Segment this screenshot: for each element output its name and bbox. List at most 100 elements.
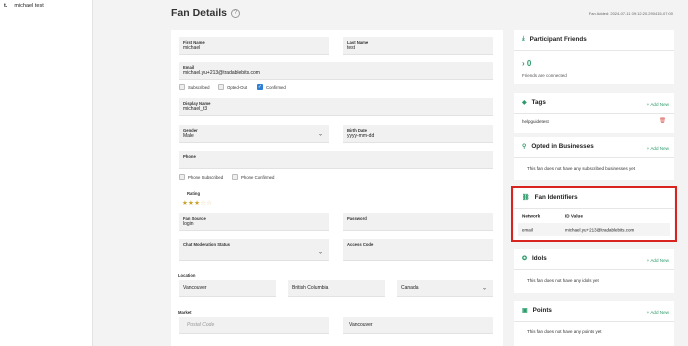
checkbox-label: Phone Confirmed [241,174,275,180]
postal-code-placeholder: Postal Code [187,322,215,328]
chevron-right-icon: › [522,59,525,68]
fan-added-timestamp: Fan Added: 2024-07-11 09:12:20.290415-07… [588,11,673,16]
chevron-down-icon: ⌄ [481,285,487,292]
card-header: ▣ Points [522,307,552,314]
country-select[interactable]: Canada ⌄ [397,280,493,297]
chat-moderation-select[interactable]: Chat Moderation Status ⌄ [179,239,329,261]
last-name-field[interactable]: Last Name test [343,37,493,55]
card-title: Tags [531,99,546,106]
phone-subscribed-checkbox[interactable]: Phone Subscribed [179,174,223,180]
subscribed-checkbox[interactable]: Subscribed [179,84,210,90]
tag-icon: ◆ [522,100,527,106]
checkbox-box [232,174,238,180]
divider [514,113,674,114]
rating-stars[interactable]: ★★★☆☆ [182,199,212,207]
checkbox-box [179,84,185,90]
friends-count-value: 0 [526,59,532,68]
star-outline-icon[interactable]: ☆ [206,200,212,207]
page-title-text: Fan Details [171,7,228,19]
download-icon: ⤓ [522,36,525,42]
idols-card: ✪ Idols + Add New This fan does not have… [514,249,674,293]
opted-out-checkbox[interactable]: Opted-Out [218,84,247,90]
first-name-field[interactable]: First Name michael [179,37,329,55]
display-name-field[interactable]: Display Name michael_t3 [179,98,493,116]
access-code-label: Access Code [347,242,374,247]
points-icon: ▣ [522,308,528,314]
tag-item: helpguidetest [522,119,549,124]
city-field[interactable]: Vancouver [179,280,276,297]
chat-status-label: Chat Moderation Status [183,242,230,247]
birth-date-value: yyyy-mm-dd [347,133,375,139]
phone-confirmed-checkbox[interactable]: Phone Confirmed [232,174,274,180]
market-field[interactable]: Vancouver [343,317,493,334]
tags-card: ◆ Tags + Add New helpguidetest 🗑 [514,93,674,133]
gender-value: Male [183,133,194,139]
city-value: Vancouver [183,285,207,291]
card-title: Participant Friends [529,36,587,43]
gender-select[interactable]: Gender Male ⌄ [179,125,329,143]
fan-source-field[interactable]: Fan Source login [179,213,329,231]
fan-details-form: First Name michael Last Name test Email … [171,30,503,346]
country-value: Canada [401,285,419,291]
businesses-empty: This fan does not have any subscribed bu… [527,166,636,171]
market-label: Market [178,310,192,315]
fan-marker: t. [4,3,8,9]
checkbox-label: Confirmed [266,84,286,90]
chevron-down-icon: ⌄ [317,131,323,137]
divider [514,157,674,158]
divider [514,269,674,270]
chevron-down-icon: ⌄ [317,249,323,256]
opted-in-businesses-card: ⚲ Opted in Businesses + Add New This fan… [514,137,674,180]
card-title: Points [532,307,552,314]
fan-source-value: login [183,221,194,227]
rating-label: Rating [187,191,201,196]
region-field[interactable]: British Columbia [288,280,385,297]
participant-friends-card: ⤓ Participant Friends › 0 Friends are co… [514,30,674,84]
email-field[interactable]: Email michael.yu+213@tradablebits.com [179,62,493,80]
password-field[interactable]: Password [343,213,493,231]
location-label: Location [178,273,196,278]
card-header: ◆ Tags [522,99,546,106]
friends-subtitle: Friends are connected [522,73,567,78]
idols-empty: This fan does not have any idols yet [527,278,599,283]
checkbox-box [179,174,185,180]
add-tag-button[interactable]: + Add New [647,102,669,107]
checkbox-box [218,84,224,90]
access-code-field[interactable]: Access Code [343,239,493,261]
trash-icon[interactable]: 🗑 [659,118,666,124]
person-icon: ⚲ [522,144,527,150]
sidebar-item-fan[interactable]: t. michael test [4,3,44,9]
checkbox-label: Phone Subscribed [188,174,224,180]
add-idol-button[interactable]: + Add New [647,258,669,263]
last-name-value: test [347,45,356,51]
page-title: Fan Details ? [171,7,241,19]
postal-code-field[interactable]: Postal Code [179,317,329,334]
fan-identifiers-highlight [511,186,677,242]
divider [514,321,674,322]
fan-name: michael test [14,3,44,9]
birth-date-field[interactable]: Birth Date yyyy-mm-dd [343,125,493,143]
card-header: ✪ Idols [522,255,547,262]
checkbox-label: Opted-Out [227,84,248,90]
add-business-button[interactable]: + Add New [647,146,669,151]
confirmed-checkbox[interactable]: ✓ Confirmed [257,84,286,90]
display-name-value: michael_t3 [183,106,208,112]
fan-list-sidebar: t. michael test [0,0,93,346]
idol-icon: ✪ [522,256,528,262]
friends-count: › 0 [522,59,531,68]
checkbox-label: Subscribed [188,84,210,90]
card-title: Opted in Businesses [531,143,594,150]
add-points-button[interactable]: + Add New [647,310,669,315]
region-value: British Columbia [292,285,329,291]
market-value: Vancouver [349,322,373,328]
phone-label: Phone [183,154,196,159]
divider [514,50,674,51]
phone-field[interactable]: Phone [179,151,493,169]
password-label: Password [347,216,367,221]
card-header: ⚲ Opted in Businesses [522,143,594,150]
check-icon: ✓ [257,84,263,90]
help-icon[interactable]: ? [231,8,241,18]
email-value: michael.yu+213@tradablebits.com [183,70,260,76]
points-card: ▣ Points + Add New This fan does not hav… [514,301,674,346]
card-title: Idols [532,255,547,262]
